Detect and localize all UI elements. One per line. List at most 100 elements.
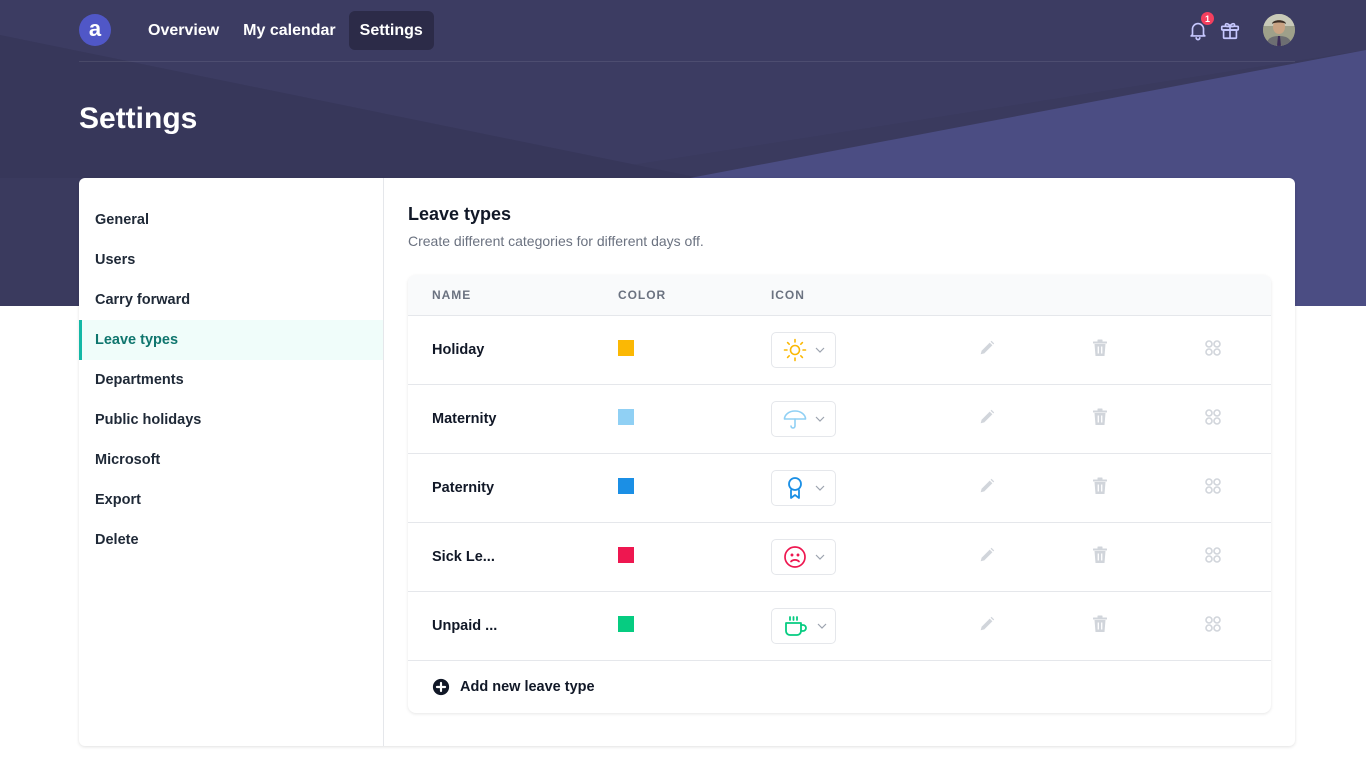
trash-icon <box>1092 408 1107 425</box>
icon-dropdown[interactable] <box>771 539 836 575</box>
edit-cell <box>931 339 1043 362</box>
trash-icon <box>1092 615 1107 632</box>
name-cell: Unpaid ... <box>408 617 618 635</box>
top-navigation: a Overview My calendar Settings 1 <box>79 10 1295 50</box>
color-swatch[interactable] <box>618 615 634 632</box>
table-row: Paternity <box>408 454 1271 523</box>
drag-cell <box>1156 546 1269 569</box>
edit-button[interactable] <box>978 477 996 495</box>
drag-handle-icon <box>1204 615 1221 632</box>
section-subtitle: Create different categories for differen… <box>408 233 704 249</box>
delete-button[interactable] <box>1092 615 1108 633</box>
sidebar-item-label: Carry forward <box>95 292 191 308</box>
drag-handle[interactable] <box>1204 408 1222 426</box>
settings-sidebar: General Users Carry forward Leave types … <box>79 178 384 746</box>
drag-handle[interactable] <box>1204 546 1222 564</box>
pencil-icon <box>980 478 995 492</box>
drag-handle[interactable] <box>1204 615 1222 633</box>
sidebar-item-label: Departments <box>95 372 184 388</box>
notifications-button[interactable]: 1 <box>1185 12 1214 43</box>
leave-type-name: Sick Le... <box>432 549 495 565</box>
delete-button[interactable] <box>1092 339 1108 357</box>
leave-type-name: Maternity <box>432 411 497 427</box>
drag-handle-icon <box>1204 546 1221 563</box>
icon-dropdown[interactable] <box>771 470 836 506</box>
chevron-down-icon <box>815 347 825 353</box>
sidebar-item-carry-forward[interactable]: Carry forward <box>79 280 383 320</box>
sidebar-item-general[interactable]: General <box>79 200 383 240</box>
add-leave-type-label: Add new leave type <box>460 679 595 695</box>
edit-button[interactable] <box>978 546 996 564</box>
icon-cell <box>771 401 931 437</box>
delete-button[interactable] <box>1092 546 1108 564</box>
color-swatch[interactable] <box>618 339 634 356</box>
award-ribbon-icon <box>783 476 807 500</box>
user-avatar[interactable] <box>1263 14 1295 46</box>
icon-cell <box>771 470 931 506</box>
sidebar-item-microsoft[interactable]: Microsoft <box>79 440 383 480</box>
edit-cell <box>931 615 1043 638</box>
delete-cell <box>1043 615 1156 638</box>
nav-my-calendar[interactable]: My calendar <box>232 11 346 50</box>
nav-overview[interactable]: Overview <box>137 11 230 50</box>
header-icon: ICON <box>771 288 805 302</box>
name-cell: Paternity <box>408 479 618 497</box>
edit-button[interactable] <box>978 408 996 426</box>
app-logo[interactable]: a <box>79 14 111 46</box>
sidebar-item-label: Microsoft <box>95 452 161 468</box>
gifts-button[interactable] <box>1217 17 1243 43</box>
icon-cell <box>771 332 931 368</box>
icon-dropdown[interactable] <box>771 401 836 437</box>
sidebar-item-public-holidays[interactable]: Public holidays <box>79 400 383 440</box>
header-name: NAME <box>432 288 472 302</box>
settings-card: General Users Carry forward Leave types … <box>79 178 1295 746</box>
sidebar-item-leave-types[interactable]: Leave types <box>79 320 383 360</box>
add-leave-type-button[interactable]: Add new leave type <box>408 661 1271 713</box>
sidebar-item-label: Public holidays <box>95 412 202 428</box>
name-cell: Sick Le... <box>408 548 618 566</box>
drag-handle[interactable] <box>1204 477 1222 495</box>
drag-handle-icon <box>1204 339 1221 356</box>
sidebar-item-label: Users <box>95 252 136 268</box>
icon-dropdown[interactable] <box>771 608 836 644</box>
drag-cell <box>1156 339 1269 362</box>
sidebar-item-export[interactable]: Export <box>79 480 383 520</box>
sidebar-item-label: Leave types <box>95 332 179 348</box>
sidebar-item-delete[interactable]: Delete <box>79 520 383 560</box>
edit-cell <box>931 546 1043 569</box>
drag-handle[interactable] <box>1204 339 1222 357</box>
color-cell <box>618 546 771 568</box>
leave-types-table: NAME COLOR ICON Holiday Maternity Patern… <box>408 275 1271 713</box>
nav-settings[interactable]: Settings <box>348 10 434 50</box>
delete-button[interactable] <box>1092 477 1108 495</box>
edit-button[interactable] <box>978 615 996 633</box>
delete-button[interactable] <box>1092 408 1108 426</box>
color-cell <box>618 477 771 499</box>
edit-button[interactable] <box>978 339 996 357</box>
icon-dropdown[interactable] <box>771 332 836 368</box>
drag-cell <box>1156 477 1269 500</box>
sun-icon <box>783 338 807 362</box>
chevron-down-icon <box>815 485 825 491</box>
table-header: NAME COLOR ICON <box>408 275 1271 316</box>
name-cell: Maternity <box>408 410 618 428</box>
color-swatch[interactable] <box>618 546 634 563</box>
edit-cell <box>931 477 1043 500</box>
sidebar-item-users[interactable]: Users <box>79 240 383 280</box>
table-row: Holiday <box>408 316 1271 385</box>
color-cell <box>618 408 771 430</box>
trash-icon <box>1092 339 1107 356</box>
color-swatch[interactable] <box>618 408 634 425</box>
header-divider <box>79 61 1295 62</box>
avatar-image <box>1263 14 1295 46</box>
leave-type-name: Unpaid ... <box>432 618 498 634</box>
chevron-down-icon <box>815 554 825 560</box>
edit-cell <box>931 408 1043 431</box>
table-row: Maternity <box>408 385 1271 454</box>
pencil-icon <box>980 409 995 423</box>
delete-cell <box>1043 546 1156 569</box>
sidebar-item-departments[interactable]: Departments <box>79 360 383 400</box>
color-swatch[interactable] <box>618 477 634 494</box>
sidebar-item-label: Export <box>95 492 141 508</box>
drag-cell <box>1156 615 1269 638</box>
